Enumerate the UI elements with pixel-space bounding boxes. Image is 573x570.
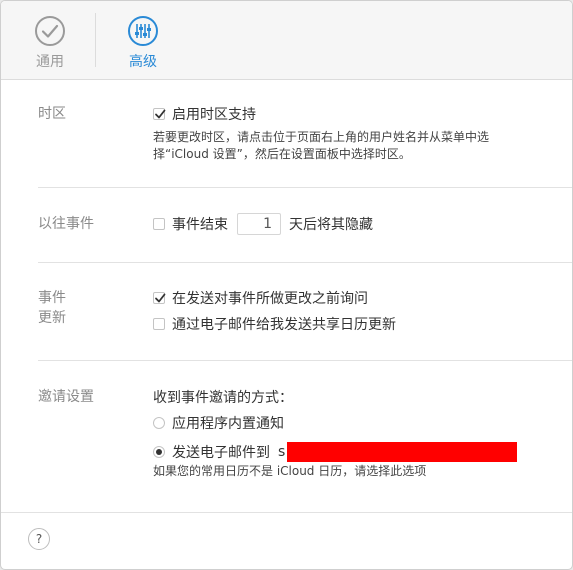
event-updates-section-label: 事件 更新 bbox=[38, 288, 66, 328]
section-divider bbox=[38, 360, 572, 361]
tab-general[interactable]: 通用 bbox=[20, 15, 80, 71]
past-events-section-label: 以往事件 bbox=[38, 216, 94, 232]
ask-before-sending-checkbox[interactable] bbox=[153, 292, 166, 304]
hide-past-events-row[interactable]: 事件结束 1 天后将其隐藏 bbox=[153, 213, 373, 235]
section-divider bbox=[38, 187, 572, 188]
in-app-notification-radio[interactable] bbox=[153, 417, 165, 429]
timezone-description-line-2: 择“iCloud 设置”，然后在设置面板中选择时区。 bbox=[153, 147, 411, 161]
sliders-icon bbox=[128, 16, 158, 46]
email-notification-radio[interactable] bbox=[153, 446, 165, 458]
in-app-notification-label: 应用程序内置通知 bbox=[172, 416, 284, 432]
email-notification-option[interactable]: 发送电子邮件到 s bbox=[153, 442, 518, 462]
event-updates-label-line-1: 事件 bbox=[38, 290, 66, 306]
section-divider bbox=[38, 262, 572, 263]
tab-advanced-label: 高级 bbox=[129, 54, 157, 70]
ask-before-sending-row[interactable]: 在发送对事件所做更改之前询问 bbox=[153, 288, 368, 308]
invitations-section-label: 邀请设置 bbox=[38, 389, 94, 405]
checkmark-icon bbox=[155, 293, 166, 303]
hide-past-events-prefix: 事件结束 bbox=[172, 217, 228, 233]
timezone-description: 若要更改时区，请点击位于页面右上角的用户姓名并从菜单中选 择“iCloud 设置… bbox=[153, 129, 489, 163]
calendar-preferences-window: 通用 高级 时区 启用时区支持 若要更改时区，请点击位于页面右上角的用户姓名并从… bbox=[0, 0, 573, 570]
invitation-note: 如果您的常用日历不是 iCloud 日历，请选择此选项 bbox=[153, 464, 427, 478]
preferences-toolbar: 通用 高级 bbox=[1, 1, 572, 80]
invitation-heading: 收到事件邀请的方式： bbox=[153, 390, 293, 406]
email-shared-updates-row[interactable]: 通过电子邮件给我发送共享日历更新 bbox=[153, 314, 396, 334]
email-shared-updates-label: 通过电子邮件给我发送共享日历更新 bbox=[172, 317, 396, 333]
email-notification-label: 发送电子邮件到 bbox=[172, 445, 270, 461]
email-shared-updates-checkbox[interactable] bbox=[153, 318, 165, 330]
days-input[interactable]: 1 bbox=[237, 213, 281, 235]
help-button[interactable]: ? bbox=[28, 528, 50, 550]
toolbar-separator bbox=[95, 13, 96, 67]
hide-past-events-checkbox[interactable] bbox=[153, 218, 165, 230]
in-app-notification-option[interactable]: 应用程序内置通知 bbox=[153, 413, 284, 433]
timezone-support-checkbox[interactable] bbox=[153, 108, 166, 120]
checkmark-circle-icon bbox=[35, 16, 65, 46]
timezone-support-row[interactable]: 启用时区支持 bbox=[153, 104, 256, 124]
footer-divider bbox=[1, 512, 572, 513]
hide-past-events-suffix: 天后将其隐藏 bbox=[289, 217, 373, 233]
email-address-partial: s bbox=[278, 444, 286, 460]
event-updates-label-line-2: 更新 bbox=[38, 310, 66, 326]
timezone-section-label: 时区 bbox=[38, 106, 66, 122]
timezone-support-label: 启用时区支持 bbox=[172, 107, 256, 123]
tab-advanced[interactable]: 高级 bbox=[113, 15, 173, 71]
timezone-description-line-1: 若要更改时区，请点击位于页面右上角的用户姓名并从菜单中选 bbox=[153, 130, 490, 144]
checkmark-icon bbox=[155, 109, 166, 119]
tab-general-label: 通用 bbox=[36, 54, 64, 70]
ask-before-sending-label: 在发送对事件所做更改之前询问 bbox=[172, 291, 368, 307]
redacted-email-address bbox=[287, 442, 518, 462]
